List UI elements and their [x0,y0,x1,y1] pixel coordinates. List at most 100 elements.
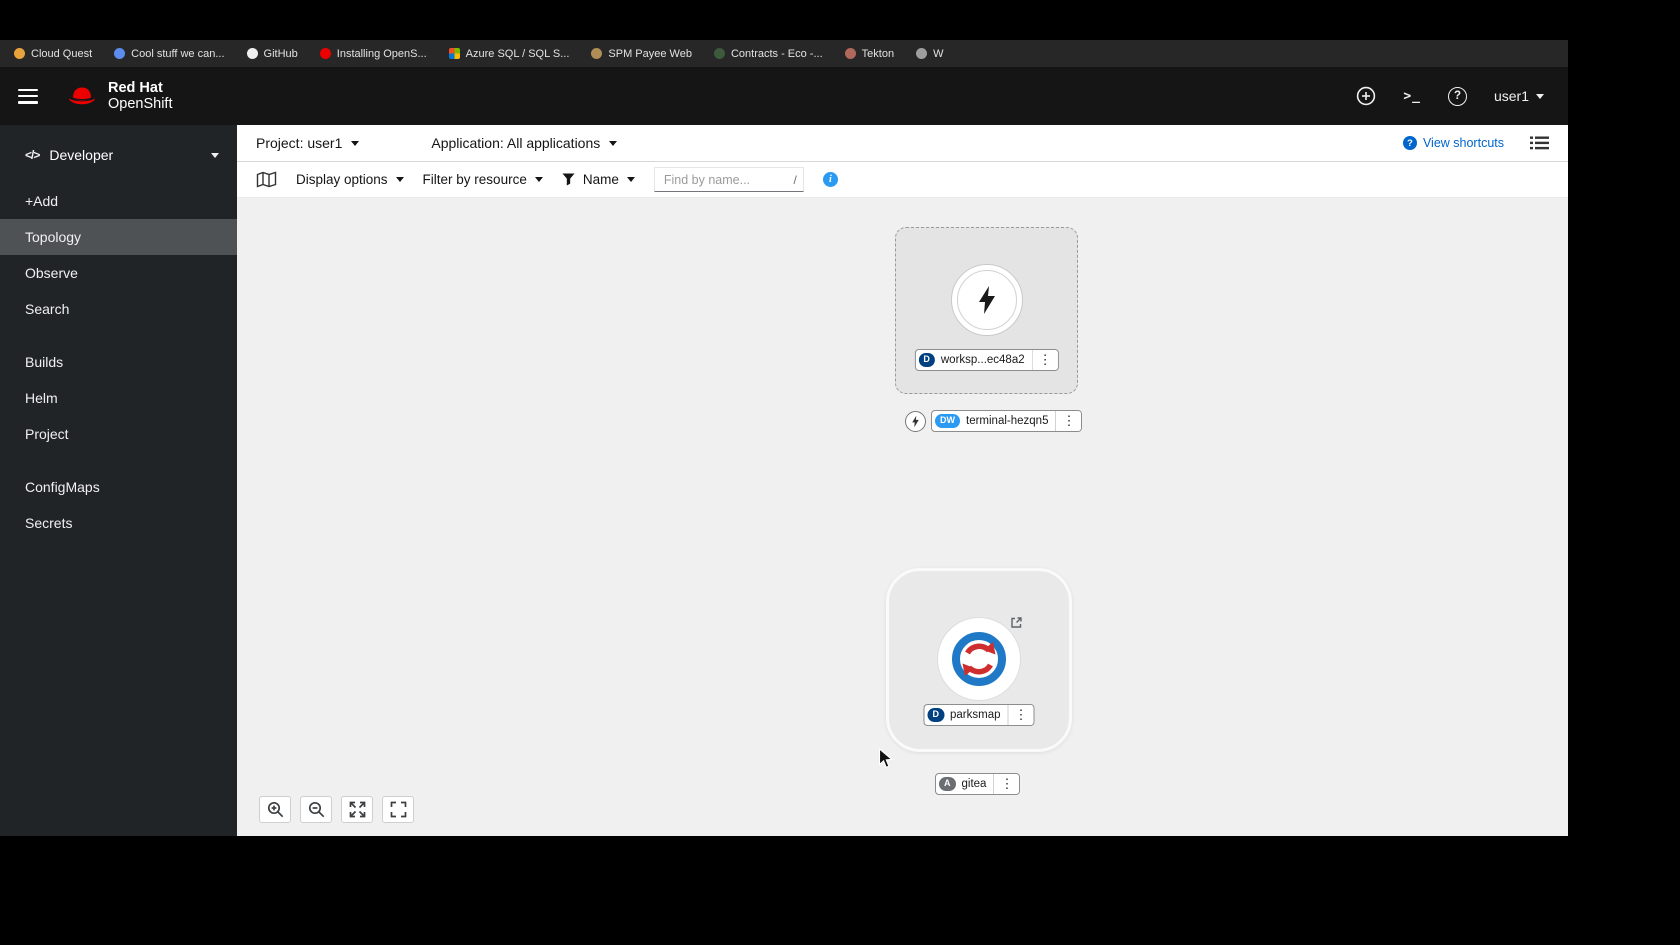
bookmark-cool-stuff[interactable]: Cool stuff we can... [114,47,225,60]
bookmark-label: Tekton [861,47,895,60]
project-selector[interactable]: Project: user1 [256,135,360,151]
fit-to-screen-button[interactable] [341,796,373,823]
chevron-down-icon [626,177,635,182]
find-shortcut-hint: / [793,172,797,187]
perspective-switcher[interactable]: </> Developer [0,140,237,170]
ring-decoration [956,270,1017,330]
kebab-menu-icon[interactable]: ⋮ [1007,705,1034,725]
redhat-logo-icon [69,87,95,105]
bookmark-favicon-icon [591,48,603,59]
browser-window: Cloud Quest Cool stuff we can... GitHub … [0,40,1568,836]
mouse-cursor [878,748,893,769]
perspective-label: Developer [49,147,114,163]
fullscreen-icon [390,801,406,818]
nav-group: Builds Helm Project [0,344,237,452]
masthead-actions: >_ ? user1 [1356,86,1544,106]
parksmap-icon [952,632,1006,686]
info-icon[interactable]: i [822,172,838,187]
application-badge: A [939,776,956,792]
bookmark-label: Cool stuff we can... [131,47,225,60]
workspace-node[interactable]: D worksp...ec48a2 ⋮ [895,227,1078,394]
parksmap-node-label[interactable]: D parksmap ⋮ [923,704,1035,726]
help-button[interactable]: ? [1447,86,1467,106]
topology-map-icon[interactable] [256,171,277,188]
sidebar-item-builds[interactable]: Builds [0,344,237,380]
sidebar-item-project[interactable]: Project [0,416,237,452]
terminal-icon: >_ [1403,88,1421,104]
topology-canvas[interactable]: D worksp...ec48a2 ⋮ DW terminal-hezqn5 ⋮… [237,198,1568,836]
openshift-icon [319,48,331,59]
globe-icon [916,48,928,59]
kebab-menu-icon[interactable]: ⋮ [1031,350,1058,370]
bookmark-cloud-quest[interactable]: Cloud Quest [14,48,92,60]
bookmark-contracts[interactable]: Contracts - Eco -... [713,48,823,60]
bookmark-label: Installing OpenS... [336,47,427,60]
lightning-bolt-icon [912,415,919,427]
quick-create-button[interactable] [1356,86,1376,106]
fullscreen-button[interactable] [382,796,414,823]
tekton-icon [844,48,856,59]
nav-toggle-button[interactable] [18,88,38,104]
sidebar-item-helm[interactable]: Helm [0,380,237,416]
chevron-down-icon [351,140,360,146]
sidebar-item-search[interactable]: Search [0,291,237,327]
sidebar-item-configmaps[interactable]: ConfigMaps [0,469,237,505]
devworkspace-decorator-icon[interactable] [905,410,926,432]
sidebar-item-secrets[interactable]: Secrets [0,505,237,541]
workspace-node-label[interactable]: D worksp...ec48a2 ⋮ [914,349,1059,371]
nav-group: ConfigMaps Secrets [0,469,237,541]
zoom-out-button[interactable] [300,796,332,823]
username: user1 [1493,88,1529,104]
display-options-dropdown[interactable]: Display options [296,172,404,187]
workspace-node-icon[interactable] [950,264,1023,336]
list-view-toggle[interactable] [1530,136,1549,150]
project-selector-label: Project: user1 [256,135,343,151]
bookmark-tekton[interactable]: Tekton [844,47,895,60]
application-selector[interactable]: Application: All applications [431,135,618,151]
kebab-menu-icon[interactable]: ⋮ [1055,411,1082,431]
view-shortcuts-button[interactable]: ? View shortcuts [1402,136,1504,150]
name-filter-dropdown[interactable]: Name [562,172,635,187]
zoom-in-button[interactable] [259,796,291,823]
chevron-down-icon [609,140,618,146]
zoom-out-icon [308,801,324,818]
chevron-down-icon [395,177,404,182]
view-shortcuts-label: View shortcuts [1422,136,1504,150]
redhat-openshift-logo[interactable]: Red Hat OpenShift [65,80,173,112]
deployment-badge: D [927,707,944,723]
sidebar-item-add[interactable]: +Add [0,183,237,219]
nav-group: +Add Topology Observe Search [0,183,237,327]
bookmark-github[interactable]: GitHub [246,48,298,60]
filter-by-resource-dropdown[interactable]: Filter by resource [423,172,543,187]
main-content: Project: user1 Application: All applicat… [237,125,1568,836]
find-by-name-input[interactable] [653,167,804,192]
bookmark-w[interactable]: W [916,48,943,60]
external-link-icon[interactable] [1010,616,1026,632]
list-icon [1530,136,1549,150]
name-filter-label: Name [582,172,619,187]
parksmap-application-group[interactable]: D parksmap ⋮ [886,568,1072,752]
bookmark-installing-openshift[interactable]: Installing OpenS... [319,47,427,60]
microsoft-icon [448,48,460,59]
parksmap-node[interactable] [938,617,1022,700]
gitea-application-label[interactable]: A gitea ⋮ [935,773,1021,795]
sidebar-item-observe[interactable]: Observe [0,255,237,291]
kebab-menu-icon[interactable]: ⋮ [993,774,1020,794]
masthead: Red Hat OpenShift >_ ? user1 [0,67,1568,125]
display-options-label: Display options [296,172,388,187]
question-circle-icon: ? [1402,136,1417,150]
bookmark-label: SPM Payee Web [608,47,692,60]
terminal-node-label[interactable]: DW terminal-hezqn5 ⋮ [931,410,1083,432]
sidebar-item-topology[interactable]: Topology [0,219,237,255]
web-terminal-button[interactable]: >_ [1403,89,1421,104]
bookmark-spm-payee[interactable]: SPM Payee Web [591,48,692,60]
chevron-down-icon [211,152,219,158]
bookmark-label: Azure SQL / SQL S... [465,47,570,60]
bookmark-azure-sql[interactable]: Azure SQL / SQL S... [448,47,570,60]
developer-code-icon: </> [25,148,40,162]
terminal-node[interactable]: DW terminal-hezqn5 ⋮ [905,410,1083,432]
expand-arrows-icon [349,801,365,818]
gitea-application[interactable]: A gitea ⋮ [935,773,1021,795]
plus-circle-icon [1357,86,1376,106]
user-menu[interactable]: user1 [1494,88,1544,104]
